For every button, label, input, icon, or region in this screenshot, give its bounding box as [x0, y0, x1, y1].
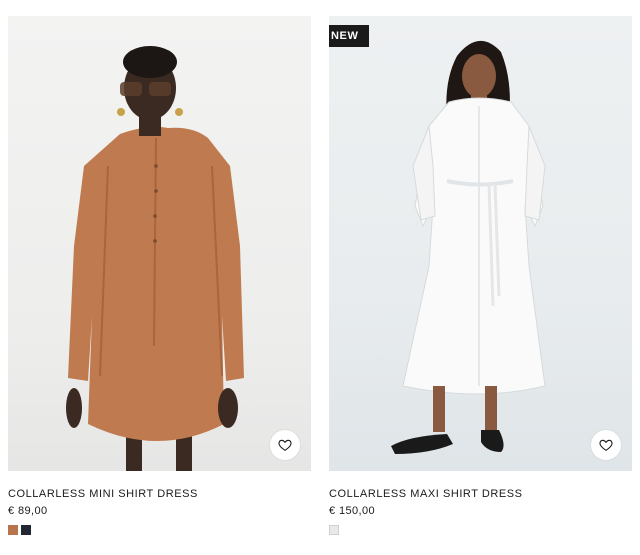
product-price: € 150,00 — [329, 505, 376, 517]
product-card[interactable]: COLLARLESS MINI SHIRT DRESS € 89,00 — [8, 16, 311, 548]
model-photo — [391, 40, 546, 454]
product-price: € 89,00 — [8, 505, 48, 517]
new-badge: NEW — [329, 25, 370, 47]
product-name[interactable]: COLLARLESS MINI SHIRT DRESS — [8, 488, 198, 500]
color-swatch-navy[interactable] — [21, 525, 31, 535]
heart-outline-icon — [599, 439, 613, 451]
product-grid: COLLARLESS MINI SHIRT DRESS € 89,00 NEW … — [8, 16, 632, 548]
model-photo — [66, 46, 244, 471]
heart-outline-icon — [278, 439, 292, 451]
color-swatch-tan[interactable] — [8, 525, 18, 535]
product-name[interactable]: COLLARLESS MAXI SHIRT DRESS — [329, 488, 523, 500]
product-card[interactable]: NEW COLLARLESS MAXI SHIRT DRESS € 150,00 — [329, 16, 632, 548]
color-swatch-white[interactable] — [329, 525, 339, 535]
wishlist-button[interactable] — [270, 430, 300, 460]
product-image[interactable] — [8, 16, 311, 471]
product-image[interactable]: NEW — [329, 16, 632, 471]
color-swatches — [329, 525, 339, 535]
wishlist-button[interactable] — [591, 430, 621, 460]
color-swatches — [8, 525, 31, 535]
